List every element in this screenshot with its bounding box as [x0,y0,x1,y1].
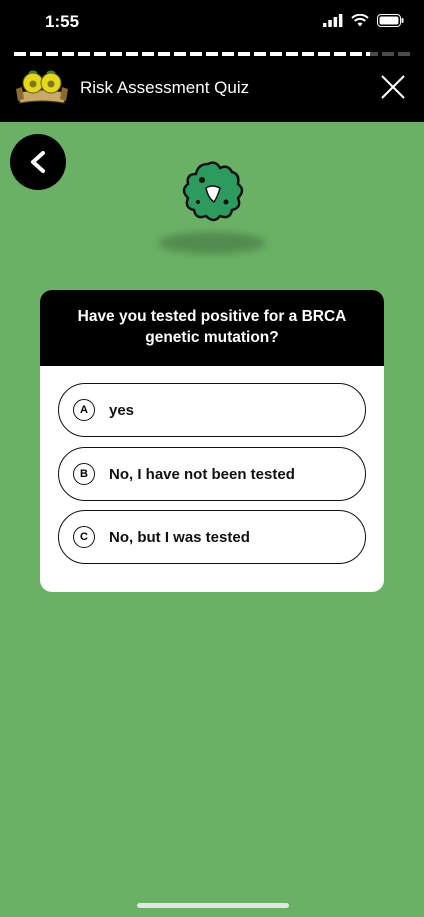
status-icons [323,14,404,27]
option-c[interactable]: C No, but I was tested [58,510,366,564]
back-button[interactable] [10,134,66,190]
question-text: Have you tested positive for a BRCA gene… [40,290,384,366]
option-letter: C [73,526,95,548]
home-indicator[interactable] [137,903,289,908]
option-letter: A [73,399,95,421]
quiz-progress-fill [14,52,371,56]
option-label: No, I have not been tested [109,465,295,483]
option-letter: B [73,463,95,485]
quiz-progress-bar [14,52,410,56]
top-bar: 1:55 Risk Assessment Quiz [0,0,424,122]
option-label: No, but I was tested [109,528,250,546]
option-b[interactable]: B No, I have not been tested [58,447,366,501]
cell-mascot-icon [182,161,244,222]
option-a[interactable]: A yes [58,383,366,437]
mascot-shadow [158,232,266,254]
chevron-left-icon [31,151,45,173]
question-card: Have you tested positive for a BRCA gene… [40,290,384,592]
option-label: yes [109,401,135,419]
quiz-title: Risk Assessment Quiz [80,78,250,97]
status-time: 1:55 [45,12,80,31]
close-icon[interactable] [380,74,406,100]
signal-icon [323,14,343,27]
battery-icon [377,14,404,27]
quiz-header: Risk Assessment Quiz [14,68,410,108]
wifi-icon [351,14,369,27]
app-logo-icon [16,70,68,104]
